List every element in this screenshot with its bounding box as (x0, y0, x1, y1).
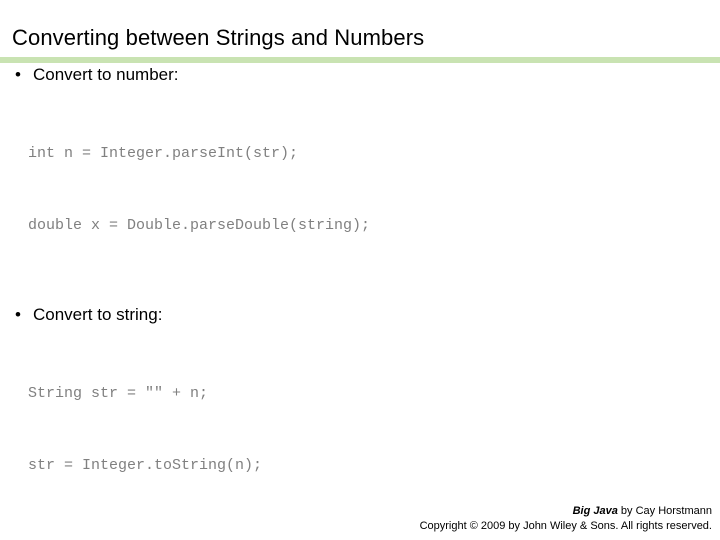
code-block-convert-to-number: int n = Integer.parseInt(str); double x … (0, 94, 720, 286)
title-divider (0, 57, 720, 63)
list-item: • Convert to number: (0, 64, 720, 86)
footer-attribution: Big Java by Cay Horstmann (420, 504, 712, 519)
list-item-label: Convert to number: (33, 65, 179, 84)
code-line: int n = Integer.parseInt(str); (28, 145, 299, 162)
slide-header: Converting between Strings and Numbers (0, 0, 720, 64)
code-line: str = Integer.toString(n); (28, 457, 263, 474)
code-line: String str = "" + n; (28, 385, 209, 402)
book-title: Big Java (572, 505, 618, 517)
list-item: • Convert to string: (0, 304, 720, 326)
code-block-convert-to-string: String str = "" + n; str = Integer.toStr… (0, 334, 720, 526)
list-item-label: Convert to string: (33, 305, 163, 324)
slide: Converting between Strings and Numbers •… (0, 0, 720, 540)
slide-footer: Big Java by Cay Horstmann Copyright © 20… (420, 504, 712, 534)
book-byline: by Cay Horstmann (617, 505, 712, 517)
bullet-icon: • (15, 305, 21, 324)
slide-body: • Convert to number: int n = Integer.par… (0, 64, 720, 526)
copyright-notice: Copyright © 2009 by John Wiley & Sons. A… (419, 520, 712, 532)
bullet-icon: • (15, 65, 21, 84)
page-title: Converting between Strings and Numbers (12, 25, 425, 50)
code-line: double x = Double.parseDouble(string); (28, 217, 371, 234)
